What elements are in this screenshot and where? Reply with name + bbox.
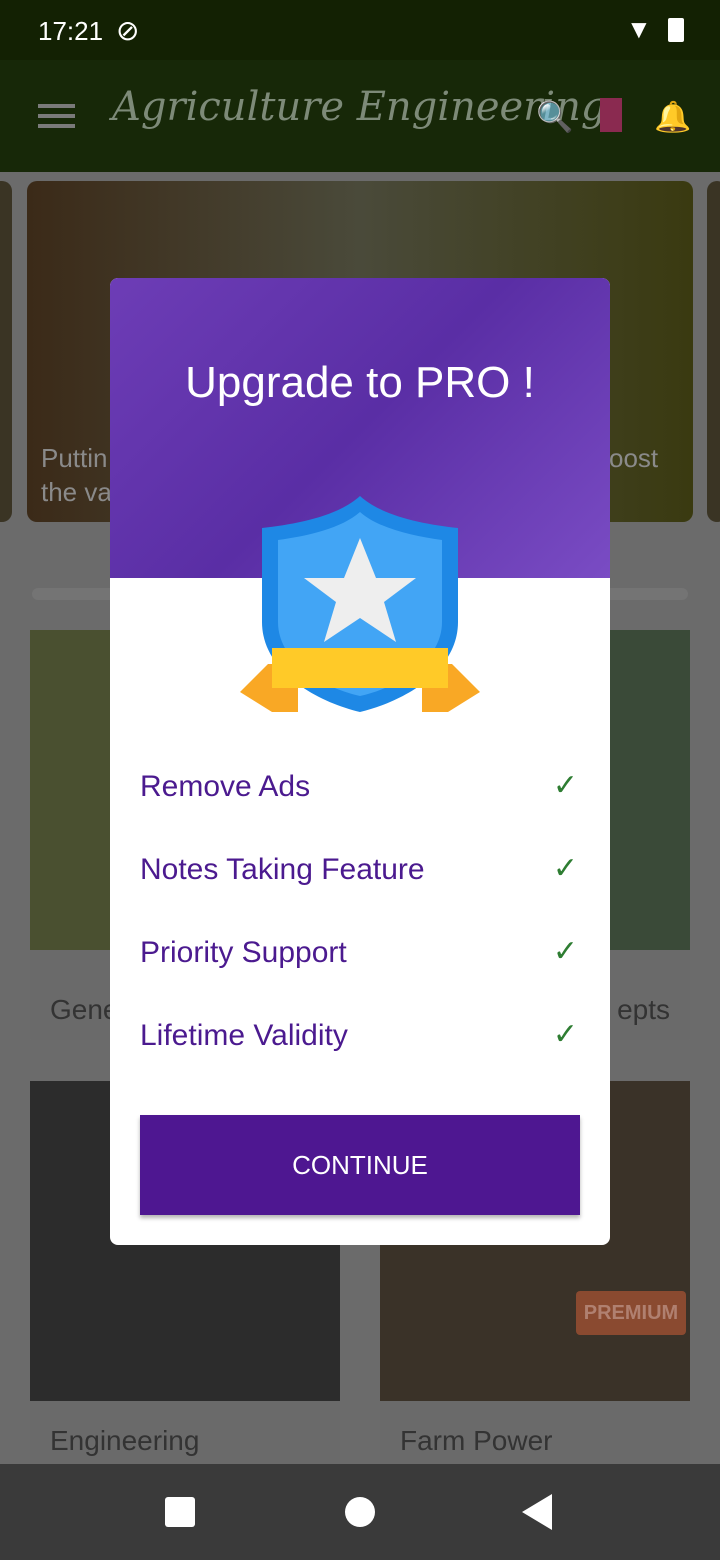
- menu-icon[interactable]: [38, 104, 75, 128]
- carousel-card-next[interactable]: [707, 181, 720, 522]
- shield-star-icon: [240, 496, 480, 712]
- battery-icon: [668, 18, 684, 42]
- navigation-bar: [0, 1464, 720, 1560]
- status-bar: 17:21 ⊘ ▼: [0, 0, 720, 60]
- notification-icon: ⊘: [116, 15, 140, 46]
- feature-row: Priority Support ✓: [140, 935, 578, 969]
- check-icon: ✓: [552, 769, 578, 802]
- search-icon[interactable]: 🔍: [536, 100, 573, 135]
- check-icon: ✓: [552, 1018, 578, 1051]
- carousel-card-prev[interactable]: [0, 181, 12, 522]
- card-text-line1: Puttin: [41, 443, 108, 473]
- clock: 17:21: [38, 16, 104, 46]
- feature-row: Lifetime Validity ✓: [140, 1018, 578, 1052]
- check-icon: ✓: [552, 935, 578, 968]
- feature-row: Notes Taking Feature ✓: [140, 852, 578, 886]
- check-icon: ✓: [552, 852, 578, 885]
- card-text-line2: the va: [41, 477, 112, 507]
- card-text-right: oost: [609, 443, 659, 473]
- continue-button[interactable]: CONTINUE: [140, 1115, 580, 1215]
- app-title: Agriculture Engineering: [112, 84, 607, 130]
- bell-icon[interactable]: 🔔: [654, 100, 691, 135]
- wifi-icon: ▼: [626, 14, 652, 44]
- dialog-title: Upgrade to PRO !: [185, 358, 535, 407]
- home-button[interactable]: [345, 1497, 375, 1527]
- feature-row: Remove Ads ✓: [140, 769, 578, 803]
- back-button[interactable]: [522, 1494, 552, 1530]
- recents-button[interactable]: [165, 1497, 195, 1527]
- app-bar: Agriculture Engineering 🔍 🔔: [0, 60, 720, 172]
- premium-badge: PREMIUM: [576, 1291, 686, 1335]
- upgrade-dialog: Upgrade to PRO ! Remove Ads ✓ Notes Takin…: [110, 278, 610, 1245]
- bookmark-icon[interactable]: [600, 98, 622, 132]
